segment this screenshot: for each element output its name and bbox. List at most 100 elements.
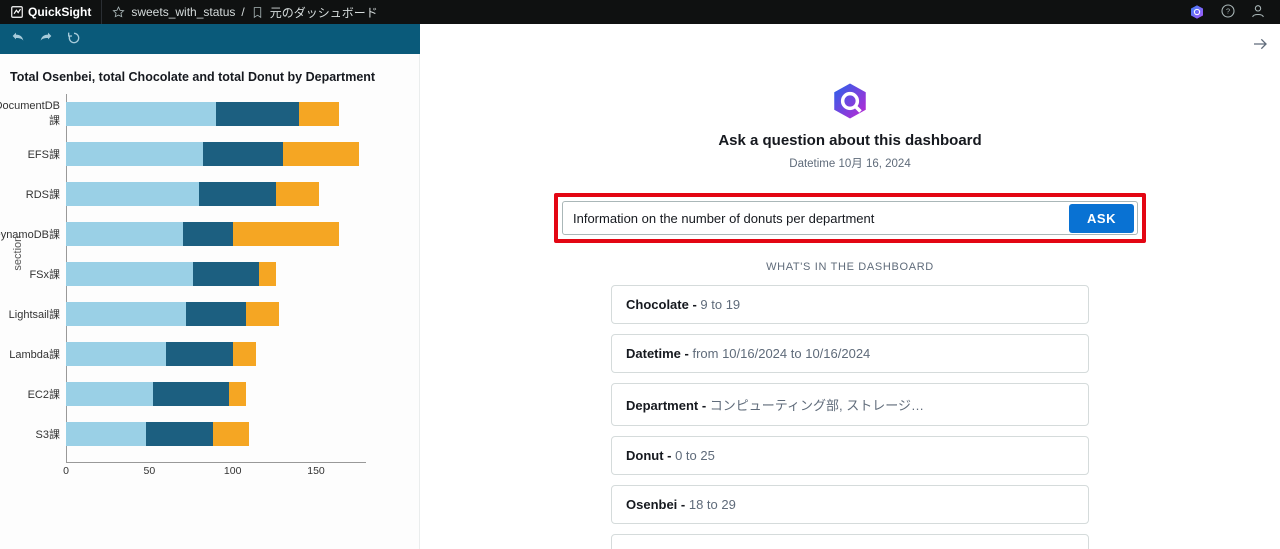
top-bar: QuickSight sweets_with_status / 元のダッシュボー… [0, 0, 1280, 24]
breadcrumb[interactable]: sweets_with_status / 元のダッシュボード [102, 4, 387, 21]
undo-icon[interactable] [10, 30, 26, 49]
bar-segment[interactable] [233, 342, 256, 366]
bar-segment[interactable] [193, 262, 260, 286]
category-label: S3課 [0, 426, 66, 442]
bar-segment[interactable] [246, 302, 279, 326]
bar-row[interactable]: FSx課 [66, 254, 413, 294]
bar-segment[interactable] [203, 142, 283, 166]
bar-segment[interactable] [66, 182, 199, 206]
category-label: FSx課 [0, 266, 66, 282]
breadcrumb-dashboard: 元のダッシュボード [270, 4, 378, 21]
topbar-right: ? [1188, 0, 1280, 24]
bar-segment[interactable] [283, 142, 360, 166]
ask-box-highlight: ASK [554, 193, 1146, 243]
bar-row[interactable]: DocumentDB課 [66, 94, 413, 134]
q-logo-icon [829, 80, 871, 122]
collapse-icon[interactable] [1252, 36, 1268, 55]
bar-row[interactable]: DynamoDB課 [66, 214, 413, 254]
bar-row[interactable]: EFS課 [66, 134, 413, 174]
whats-in-dashboard-label: WHAT'S IN THE DASHBOARD [500, 261, 1200, 273]
breadcrumb-dataset: sweets_with_status [131, 5, 235, 19]
bar-segment[interactable] [66, 222, 183, 246]
ask-panel: Ask a question about this dashboard Date… [420, 24, 1280, 549]
bar-segment[interactable] [199, 182, 276, 206]
field-range: コンピューティング部, ストレージ… [710, 398, 924, 413]
bar-segment[interactable] [153, 382, 230, 406]
bar-segment[interactable] [66, 102, 216, 126]
category-label: RDS課 [0, 186, 66, 202]
bar-segment[interactable] [183, 222, 233, 246]
bar-segment[interactable] [276, 182, 319, 206]
bar-segment[interactable] [259, 262, 276, 286]
svg-text:?: ? [1226, 6, 1230, 15]
ask-input[interactable] [573, 211, 1066, 226]
bar-row[interactable]: EC2課 [66, 374, 413, 414]
bar-row[interactable]: RDS課 [66, 174, 413, 214]
category-label: EC2課 [0, 386, 66, 402]
bar-segment[interactable] [233, 222, 340, 246]
bar-segment[interactable] [229, 382, 246, 406]
field-summary-card[interactable]: Datetime - from 10/16/2024 to 10/16/2024 [611, 334, 1089, 373]
chart-panel: Total Osenbei, total Chocolate and total… [0, 54, 420, 549]
field-range: 0 to 25 [675, 448, 715, 463]
field-summary-card[interactable]: Section - DocumentDB課, DynamoDB課, EC2課, … [611, 534, 1089, 549]
bookmark-icon [251, 6, 264, 19]
ask-box: ASK [562, 201, 1138, 235]
reset-icon[interactable] [66, 30, 82, 49]
x-tick: 150 [307, 465, 325, 477]
user-icon[interactable] [1250, 3, 1266, 22]
x-tick: 100 [224, 465, 242, 477]
ask-title: Ask a question about this dashboard [500, 132, 1200, 149]
category-label: EFS課 [0, 146, 66, 162]
field-name: Donut - [626, 448, 675, 463]
bar-segment[interactable] [216, 102, 299, 126]
stacked-bar-chart[interactable]: section DocumentDB課EFS課RDS課DynamoDB課FSx課… [66, 94, 413, 482]
ask-subtitle: Datetime 10月 16, 2024 [500, 155, 1200, 171]
x-tick: 50 [143, 465, 155, 477]
category-label: DocumentDB課 [0, 100, 66, 128]
field-name: Osenbei - [626, 497, 689, 512]
field-name: Datetime - [626, 346, 692, 361]
field-range: from 10/16/2024 to 10/16/2024 [692, 346, 870, 361]
bar-segment[interactable] [66, 262, 193, 286]
bar-row[interactable]: Lambda課 [66, 334, 413, 374]
bar-row[interactable]: S3課 [66, 414, 413, 454]
field-summary-card[interactable]: Osenbei - 18 to 29 [611, 485, 1089, 524]
category-label: DynamoDB課 [0, 226, 66, 242]
bar-segment[interactable] [166, 342, 233, 366]
field-summary-card[interactable]: Department - コンピューティング部, ストレージ… [611, 383, 1089, 426]
bar-segment[interactable] [186, 302, 246, 326]
breadcrumb-sep: / [241, 5, 244, 19]
q-assistant-icon[interactable] [1188, 3, 1206, 21]
field-range: 18 to 29 [689, 497, 736, 512]
x-tick: 0 [63, 465, 69, 477]
field-summary-card[interactable]: Donut - 0 to 25 [611, 436, 1089, 475]
chart-title: Total Osenbei, total Chocolate and total… [6, 66, 413, 94]
product-logo[interactable]: QuickSight [0, 5, 101, 19]
field-summary-card[interactable]: Chocolate - 9 to 19 [611, 285, 1089, 324]
quicksight-icon [10, 5, 24, 19]
star-icon [112, 6, 125, 19]
bar-segment[interactable] [146, 422, 213, 446]
bar-segment[interactable] [299, 102, 339, 126]
bar-row[interactable]: Lightsail課 [66, 294, 413, 334]
product-name: QuickSight [28, 5, 91, 19]
field-summary-list: Chocolate - 9 to 19 Datetime - from 10/16… [611, 285, 1089, 549]
field-range: 9 to 19 [700, 297, 740, 312]
category-label: Lambda課 [0, 346, 66, 362]
ask-button[interactable]: ASK [1069, 204, 1134, 233]
bar-segment[interactable] [66, 422, 146, 446]
category-label: Lightsail課 [0, 306, 66, 322]
field-name: Chocolate - [626, 297, 700, 312]
bar-segment[interactable] [66, 142, 203, 166]
bar-segment[interactable] [66, 302, 186, 326]
x-axis: 0 50 100 150 [66, 462, 366, 482]
y-axis-label: section [12, 236, 24, 271]
bar-segment[interactable] [66, 382, 153, 406]
field-name: Department - [626, 398, 710, 413]
bar-segment[interactable] [213, 422, 250, 446]
bar-segment[interactable] [66, 342, 166, 366]
history-toolbar [0, 24, 420, 54]
redo-icon[interactable] [38, 30, 54, 49]
help-icon[interactable]: ? [1220, 3, 1236, 22]
